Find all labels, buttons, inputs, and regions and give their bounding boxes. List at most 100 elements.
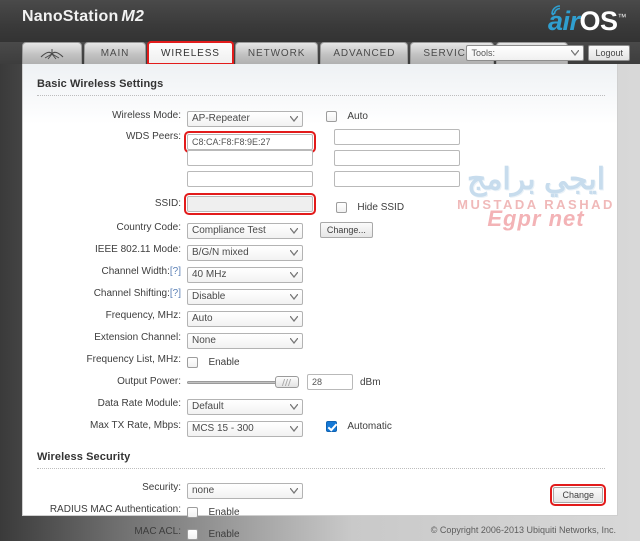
footer-copyright: © Copyright 2006-2013 Ubiquiti Networks,… xyxy=(430,525,616,535)
output-power-control: 28 dBm xyxy=(187,374,381,390)
tools-dropdown[interactable]: Tools: xyxy=(466,45,585,61)
chevron-down-icon xyxy=(290,271,298,278)
slider-knob[interactable] xyxy=(275,376,299,388)
security-control: none xyxy=(187,480,303,499)
output-power-input[interactable]: 28 xyxy=(307,374,353,390)
row-ieee-mode: IEEE 802.11 Mode: B/G/N mixed xyxy=(23,241,619,261)
change-button[interactable]: Change xyxy=(550,484,606,506)
country-code-value: Compliance Test xyxy=(192,225,266,236)
channel-width-value: 40 MHz xyxy=(192,269,227,280)
channel-width-help-icon[interactable]: [?] xyxy=(170,266,181,277)
tab-bar: MAIN WIRELESS NETWORK ADVANCED SERVICES … xyxy=(0,41,640,65)
row-frequency-list: Frequency List, MHz: Enable xyxy=(23,351,619,369)
wds-peer-input-1b[interactable] xyxy=(333,129,460,145)
automatic-checkbox[interactable] xyxy=(325,421,337,433)
channel-shifting-help-icon[interactable]: [?] xyxy=(170,288,181,299)
trademark-symbol: ™ xyxy=(617,12,627,22)
max-tx-rate-select[interactable]: MCS 15 - 300 xyxy=(187,420,303,437)
wds-peer-input-3a[interactable] xyxy=(187,171,313,187)
airos-air-text: air xyxy=(547,6,580,36)
chevron-down-icon xyxy=(290,315,298,322)
chevron-down-icon xyxy=(290,425,298,432)
wds-peer-input-1a[interactable]: C8:CA:F8:F8:9E:27 xyxy=(184,131,316,153)
tab-advanced-label: ADVANCED xyxy=(333,48,396,59)
extension-channel-select[interactable]: None xyxy=(187,332,303,349)
ieee-mode-label: IEEE 802.11 Mode: xyxy=(95,244,181,255)
hide-ssid-label: Hide SSID xyxy=(357,202,405,214)
tab-ubiquiti-logo[interactable] xyxy=(22,42,82,64)
wds-peer-input-2a[interactable] xyxy=(187,150,313,166)
channel-shifting-select[interactable]: Disable xyxy=(187,288,303,305)
frequency-list-checkbox[interactable] xyxy=(187,357,198,369)
row-max-tx-rate: Max TX Rate, Mbps: MCS 15 - 300 Automati… xyxy=(23,417,619,437)
country-code-label: Country Code: xyxy=(116,222,181,233)
tab-network-label: NETWORK xyxy=(247,48,306,59)
section-title-basic-wireless: Basic Wireless Settings xyxy=(37,78,164,90)
change-country-label: Change... xyxy=(326,225,366,235)
wds-peers-row-1: C8:CA:F8:F8:9E:27 xyxy=(184,129,460,153)
tab-advanced[interactable]: ADVANCED xyxy=(320,42,409,64)
tab-network[interactable]: NETWORK xyxy=(234,42,319,64)
row-wds-peers-2 xyxy=(23,149,619,167)
radius-mac-enable-label: Enable xyxy=(208,507,240,519)
ieee-mode-control: B/G/N mixed xyxy=(187,242,303,261)
wds-peers-row-3 xyxy=(187,171,460,192)
output-power-unit: dBm xyxy=(360,376,381,388)
tab-main-label: MAIN xyxy=(100,48,130,59)
device-model: M2 xyxy=(121,8,145,25)
auto-checkbox[interactable] xyxy=(325,111,337,123)
security-label: Security: xyxy=(142,482,181,493)
frequency-list-label: Frequency List, MHz: xyxy=(86,354,181,365)
extension-channel-control: None xyxy=(187,330,303,349)
logout-label: Logout xyxy=(595,48,623,58)
row-frequency: Frequency, MHz: Auto xyxy=(23,307,619,327)
data-rate-module-select[interactable]: Default xyxy=(187,398,303,415)
logout-button[interactable]: Logout xyxy=(588,45,630,61)
wds-peer-input-3b[interactable] xyxy=(333,171,460,187)
device-name: NanoStation xyxy=(22,8,119,25)
data-rate-module-value: Default xyxy=(192,401,224,412)
channel-shifting-control: Disable xyxy=(187,286,303,305)
ssid-input[interactable] xyxy=(184,193,316,215)
chevron-down-icon xyxy=(290,403,298,410)
airos-os-text: OS xyxy=(579,6,618,36)
chevron-down-icon xyxy=(290,337,298,344)
wireless-mode-label: Wireless Mode: xyxy=(112,110,181,121)
ieee-mode-select[interactable]: B/G/N mixed xyxy=(187,244,303,261)
country-code-select[interactable]: Compliance Test xyxy=(187,222,303,239)
wireless-mode-control: AP-Repeater Auto xyxy=(187,108,368,127)
output-power-slider[interactable] xyxy=(187,374,299,390)
security-select[interactable]: none xyxy=(187,482,303,499)
change-country-button[interactable]: Change... xyxy=(319,222,373,238)
wireless-mode-value: AP-Repeater xyxy=(192,113,250,124)
ssid-control: Hide SSID xyxy=(184,193,405,217)
extension-channel-label: Extension Channel: xyxy=(94,332,181,343)
frequency-value: Auto xyxy=(192,313,213,324)
radius-mac-checkbox[interactable] xyxy=(187,507,198,519)
channel-width-label-text: Channel Width: xyxy=(101,266,170,277)
tab-wireless[interactable]: WIRELESS xyxy=(147,41,234,65)
hide-ssid-checkbox[interactable] xyxy=(335,202,347,214)
frequency-list-enable-label: Enable xyxy=(208,357,240,369)
wds-peers-label: WDS Peers: xyxy=(125,131,181,142)
row-extension-channel: Extension Channel: None xyxy=(23,329,619,349)
frequency-select[interactable]: Auto xyxy=(187,310,303,327)
tools-dropdown-value: Tools: xyxy=(471,48,495,58)
auto-label: Auto xyxy=(347,111,368,123)
ssid-label: SSID: xyxy=(154,198,181,209)
row-ssid: SSID: Hide SSID xyxy=(23,193,619,215)
frequency-control: Auto xyxy=(187,308,303,327)
chevron-down-icon xyxy=(290,115,298,122)
wds-peer-input-2b[interactable] xyxy=(333,150,460,166)
automatic-label: Automatic xyxy=(347,421,392,433)
max-tx-rate-control: MCS 15 - 300 Automatic xyxy=(187,418,392,437)
channel-shifting-label: Channel Shifting:[?] xyxy=(23,285,181,303)
tab-main[interactable]: MAIN xyxy=(84,42,146,64)
channel-width-select[interactable]: 40 MHz xyxy=(187,266,303,283)
row-wds-peers-1: WDS Peers: C8:CA:F8:F8:9E:27 xyxy=(23,128,619,153)
wireless-mode-select[interactable]: AP-Repeater xyxy=(187,110,303,127)
row-security: Security: none xyxy=(23,479,619,499)
chevron-down-icon xyxy=(290,249,298,256)
channel-shifting-label-text: Channel Shifting: xyxy=(93,288,170,299)
row-wds-peers-3 xyxy=(23,170,619,188)
